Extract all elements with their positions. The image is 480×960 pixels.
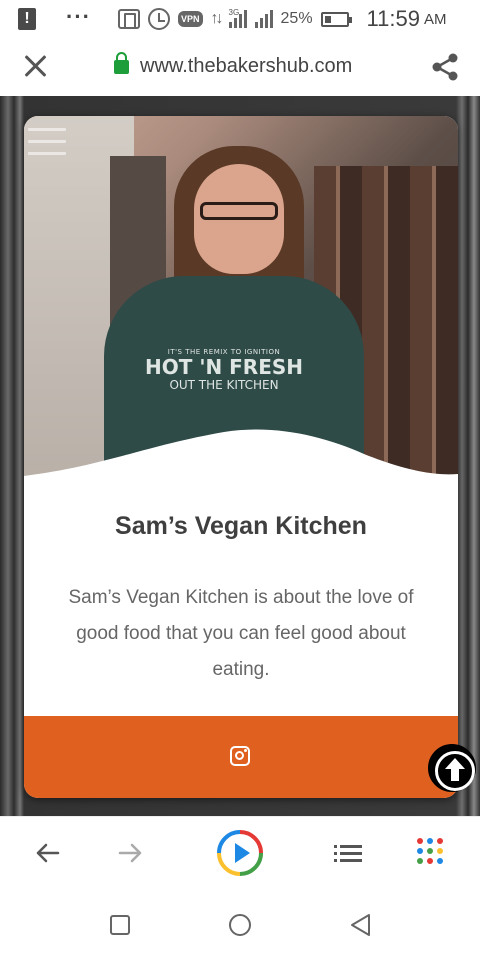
forward-arrow-icon[interactable] [110,831,154,875]
play-icon[interactable] [216,829,264,877]
vibrate-icon [118,9,140,29]
url-bar: www.thebakershub.com [0,38,480,96]
close-icon[interactable] [22,52,50,80]
back-arrow-icon[interactable] [26,831,70,875]
overflow-dots-icon: ··· [66,4,91,29]
alarm-icon [148,8,170,30]
share-icon[interactable] [430,52,460,82]
clock-ampm: AM [423,10,447,28]
instagram-icon[interactable] [230,746,250,766]
data-transfer-icon: ↑↓ [210,10,224,27]
clock-time: 11:59 [366,6,420,31]
card-footer [24,716,458,798]
hero-glasses [200,202,278,220]
android-nav-bar [0,890,480,960]
up-arrow-icon [445,758,465,781]
hamburger-menu-icon[interactable] [28,128,66,158]
status-bar: ! ··· VPN ↑↓ 3G 25% 11:59 AM [0,0,480,38]
battery-percent: 25% [280,10,313,27]
network-type-label: 3G [228,8,240,17]
card-title: Sam’s Vegan Kitchen [115,512,367,540]
shirt-line-2: HOT 'N FRESH [144,355,304,379]
battery-icon [320,11,352,27]
url-text[interactable]: www.thebakershub.com [140,55,352,78]
lock-icon [114,52,129,74]
hero-photo: IT'S THE REMIX TO IGNITION HOT 'N FRESH … [24,116,458,478]
browser-toolbar [0,816,480,890]
home-icon[interactable] [229,914,251,936]
status-indicators: VPN ↑↓ 3G 25% 11:59 AM [118,6,446,32]
wave-divider [24,429,458,478]
alert-icon: ! [18,8,36,30]
apps-grid-icon[interactable] [408,831,452,875]
system-back-icon[interactable] [348,912,372,938]
shirt-print: IT'S THE REMIX TO IGNITION HOT 'N FRESH … [144,348,304,392]
signal-icon: 3G [228,8,247,28]
recents-icon[interactable] [110,915,130,935]
phone-screen: ! ··· VPN ↑↓ 3G 25% 11:59 AM www.thebake… [0,0,480,960]
list-icon[interactable] [326,831,370,875]
shirt-line-3: OUT THE KITCHEN [169,378,279,392]
card-description: Sam’s Vegan Kitchen is about the love of… [68,587,414,680]
vpn-badge: VPN [178,11,203,27]
profile-card: IT'S THE REMIX TO IGNITION HOT 'N FRESH … [24,116,458,798]
signal-icon-2 [254,10,273,28]
scroll-to-top-button[interactable] [428,744,476,792]
